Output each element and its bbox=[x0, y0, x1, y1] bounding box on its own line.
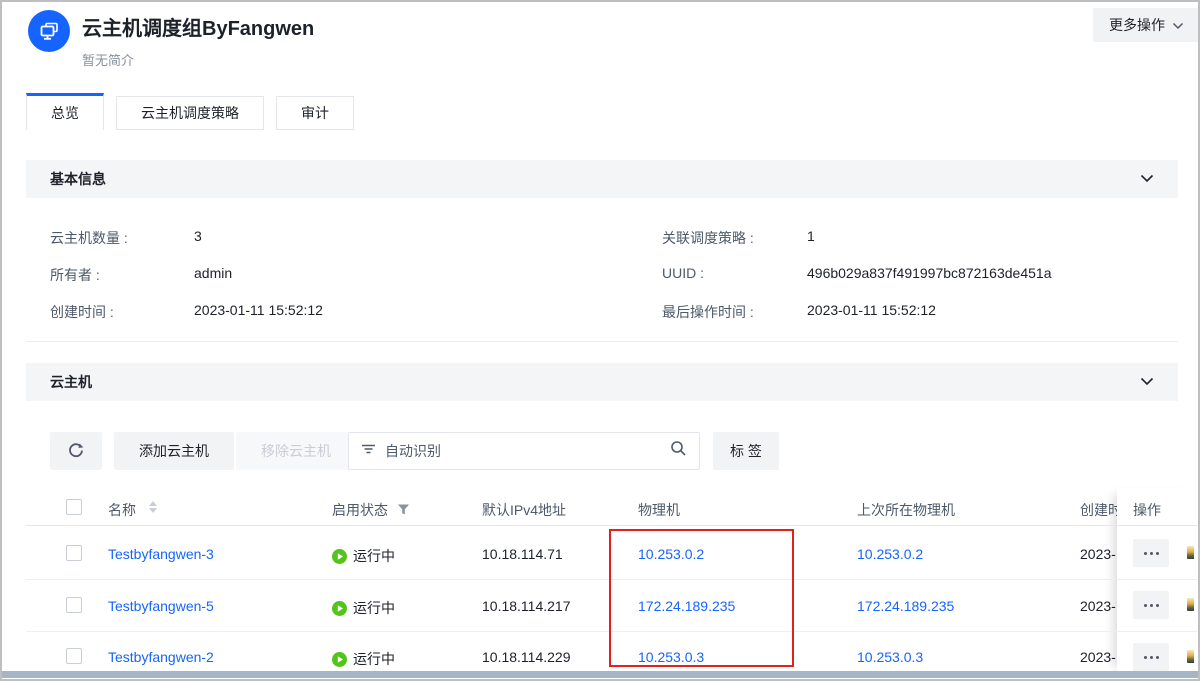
col-header-state: 启用状态 bbox=[332, 500, 388, 520]
col-header-name: 名称 bbox=[108, 500, 136, 520]
vm-name-link[interactable]: Testbyfangwen-2 bbox=[108, 649, 214, 665]
vm-host-link[interactable]: 10.253.0.3 bbox=[638, 649, 704, 665]
funnel-filter-icon[interactable] bbox=[397, 503, 410, 521]
row-divider bbox=[26, 579, 1197, 580]
card-divider bbox=[26, 341, 1178, 342]
basic-info-title: 基本信息 bbox=[50, 169, 106, 189]
search-box[interactable] bbox=[348, 432, 700, 470]
field-value-policy-count: 1 bbox=[807, 228, 815, 244]
remove-vm-label: 移除云主机 bbox=[261, 441, 331, 461]
more-actions-label: 更多操作 bbox=[1109, 15, 1165, 35]
running-state-icon bbox=[332, 652, 347, 667]
field-label-last-op-time: 最后操作时间 : bbox=[662, 302, 754, 322]
field-label-uuid: UUID : bbox=[662, 265, 704, 281]
vm-ipv4: 10.18.114.217 bbox=[482, 598, 571, 614]
tag-button[interactable]: 标 签 bbox=[713, 432, 779, 470]
vm-section-header: 云主机 bbox=[26, 363, 1178, 401]
vm-create-time-clipped: 2023- bbox=[1080, 649, 1116, 665]
vm-name-link[interactable]: Testbyfangwen-3 bbox=[108, 546, 214, 562]
collapse-chevron-icon[interactable] bbox=[1140, 373, 1154, 391]
refresh-icon bbox=[67, 441, 85, 462]
field-value-last-op-time: 2023-01-11 15:52:12 bbox=[807, 302, 936, 318]
vm-name-link[interactable]: Testbyfangwen-5 bbox=[108, 598, 214, 614]
tab-audit[interactable]: 审计 bbox=[276, 96, 354, 130]
vm-state: 运行中 bbox=[332, 649, 395, 669]
field-label-policy-count: 关联调度策略 : bbox=[662, 228, 754, 248]
sort-icon[interactable] bbox=[149, 501, 157, 513]
vm-last-host-link[interactable]: 172.24.189.235 bbox=[857, 598, 954, 614]
row-checkbox[interactable] bbox=[66, 648, 82, 664]
field-value-vm-count: 3 bbox=[194, 228, 202, 244]
vm-state-label: 运行中 bbox=[353, 649, 395, 669]
vm-scheduling-group-icon bbox=[28, 10, 70, 52]
row-actions-button[interactable] bbox=[1133, 591, 1169, 619]
tab-overview-label: 总览 bbox=[51, 103, 79, 123]
search-input[interactable] bbox=[385, 443, 661, 459]
tab-bar: 总览 云主机调度策略 审计 bbox=[26, 93, 366, 130]
field-label-create-time: 创建时间 : bbox=[50, 302, 114, 322]
page-subtitle: 暂无简介 bbox=[82, 50, 134, 69]
add-vm-label: 添加云主机 bbox=[139, 441, 209, 461]
vm-state-label: 运行中 bbox=[353, 546, 395, 566]
vm-last-host-link[interactable]: 10.253.0.3 bbox=[857, 649, 923, 665]
tab-overview[interactable]: 总览 bbox=[26, 93, 104, 130]
page-title: 云主机调度组ByFangwen bbox=[82, 12, 314, 41]
col-header-actions: 操作 bbox=[1133, 500, 1161, 520]
tab-audit-label: 审计 bbox=[301, 103, 329, 123]
vm-host-link[interactable]: 10.253.0.2 bbox=[638, 546, 704, 562]
horizontal-scrollbar-thumb[interactable] bbox=[2, 671, 1198, 678]
field-label-vm-count: 云主机数量 : bbox=[50, 228, 128, 248]
row-checkbox[interactable] bbox=[66, 545, 82, 561]
clipped-console-icon[interactable] bbox=[1187, 546, 1194, 559]
search-icon[interactable] bbox=[670, 440, 687, 462]
fixed-actions-column: 操作 bbox=[1117, 488, 1197, 674]
clipped-console-icon[interactable] bbox=[1187, 598, 1194, 611]
row-actions-button[interactable] bbox=[1133, 643, 1169, 671]
running-state-icon bbox=[332, 549, 347, 564]
field-value-uuid: 496b029a837f491997bc872163de451a bbox=[807, 265, 1051, 281]
vm-ipv4: 10.18.114.229 bbox=[482, 649, 571, 665]
refresh-button[interactable] bbox=[50, 432, 102, 470]
vm-state-label: 运行中 bbox=[353, 598, 395, 618]
table-header-divider bbox=[26, 525, 1197, 526]
col-header-last-host: 上次所在物理机 bbox=[857, 500, 955, 520]
page: 云主机调度组ByFangwen 暂无简介 更多操作 总览 云主机调度策略 审计 … bbox=[0, 0, 1200, 681]
field-value-owner: admin bbox=[194, 265, 232, 281]
tab-scheduling-policy-label: 云主机调度策略 bbox=[141, 103, 239, 123]
col-header-ipv4: 默认IPv4地址 bbox=[482, 500, 566, 520]
vm-state: 运行中 bbox=[332, 598, 395, 618]
clipped-console-icon[interactable] bbox=[1187, 650, 1194, 663]
row-actions-button[interactable] bbox=[1133, 539, 1169, 567]
row-divider bbox=[26, 631, 1197, 632]
field-value-create-time: 2023-01-11 15:52:12 bbox=[194, 302, 323, 318]
tag-label: 标 签 bbox=[730, 441, 762, 461]
more-actions-button[interactable]: 更多操作 bbox=[1093, 8, 1198, 42]
vm-host-link[interactable]: 172.24.189.235 bbox=[638, 598, 735, 614]
vm-state: 运行中 bbox=[332, 546, 395, 566]
row-checkbox[interactable] bbox=[66, 597, 82, 613]
collapse-chevron-icon[interactable] bbox=[1140, 170, 1154, 188]
vm-section-title: 云主机 bbox=[50, 372, 92, 392]
filter-lines-icon[interactable] bbox=[361, 442, 376, 461]
vm-create-time-clipped: 2023- bbox=[1080, 598, 1116, 614]
basic-info-section-header: 基本信息 bbox=[26, 160, 1178, 198]
vm-create-time-clipped: 2023- bbox=[1080, 546, 1116, 562]
select-all-checkbox[interactable] bbox=[66, 499, 82, 515]
remove-vm-button[interactable]: 移除云主机 bbox=[236, 432, 356, 470]
tab-scheduling-policy[interactable]: 云主机调度策略 bbox=[116, 96, 264, 130]
running-state-icon bbox=[332, 601, 347, 616]
vm-last-host-link[interactable]: 10.253.0.2 bbox=[857, 546, 923, 562]
field-label-owner: 所有者 : bbox=[50, 265, 100, 285]
col-header-host: 物理机 bbox=[638, 500, 680, 520]
chevron-down-icon bbox=[1172, 17, 1184, 33]
vm-ipv4: 10.18.114.71 bbox=[482, 546, 563, 562]
add-vm-button[interactable]: 添加云主机 bbox=[114, 432, 234, 470]
